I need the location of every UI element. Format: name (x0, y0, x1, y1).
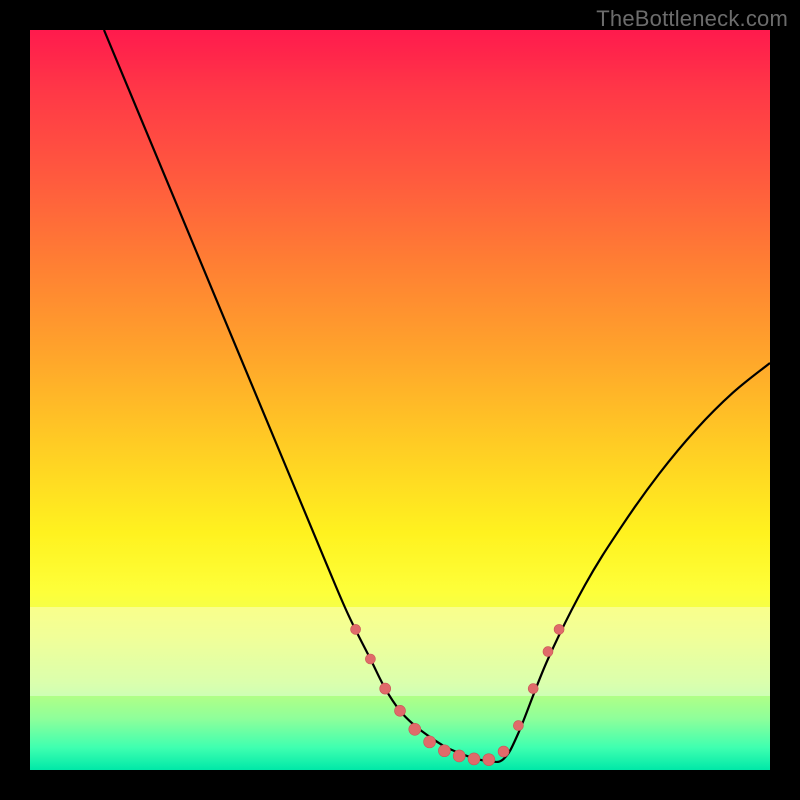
curve-marker (528, 684, 538, 694)
curve-marker (453, 750, 465, 762)
chart-svg (30, 30, 770, 770)
curve-marker (365, 654, 375, 664)
main-curve (104, 30, 770, 762)
curve-marker (498, 746, 509, 757)
curve-marker (543, 647, 553, 657)
curve-marker (409, 723, 421, 735)
curve-marker (554, 624, 564, 634)
plot-area (30, 30, 770, 770)
curve-marker (438, 745, 450, 757)
curve-marker (380, 683, 391, 694)
curve-marker (513, 721, 523, 731)
curve-marker (483, 754, 495, 766)
curve-marker (351, 624, 361, 634)
curve-marker (395, 705, 406, 716)
chart-frame: TheBottleneck.com (0, 0, 800, 800)
marker-group (351, 624, 564, 765)
watermark-text: TheBottleneck.com (596, 6, 788, 32)
curve-marker (468, 753, 480, 765)
curve-marker (424, 736, 436, 748)
